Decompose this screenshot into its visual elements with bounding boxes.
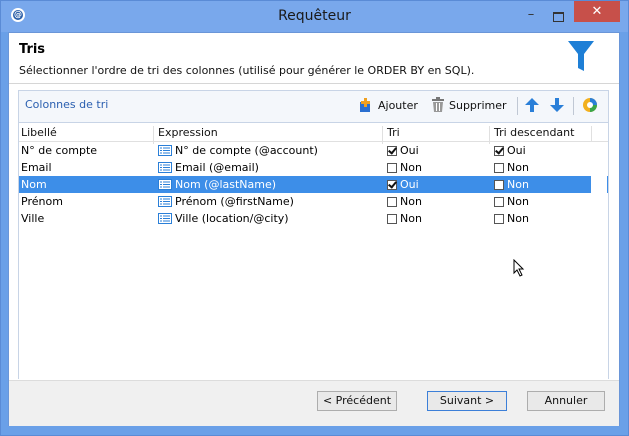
- maximize-icon: [552, 12, 564, 22]
- checkbox-box[interactable]: [494, 162, 504, 173]
- row-label: Prénom: [21, 195, 63, 208]
- checkbox-box[interactable]: [494, 179, 504, 190]
- sort-checkbox[interactable]: Oui: [387, 144, 419, 157]
- expression-text: Ville (location/@city): [175, 212, 289, 225]
- dialog-footer: < Précédent Suivant > Annuler: [9, 380, 619, 426]
- sort-desc-value: Non: [507, 178, 529, 191]
- panel-toolbar: Colonnes de tri Ajouter Supprimer: [19, 91, 608, 119]
- step-subtitle: Sélectionner l'ordre de tri des colonnes…: [19, 64, 475, 77]
- sort-checkbox[interactable]: Non: [387, 195, 422, 208]
- sort-desc-value: Non: [507, 212, 529, 225]
- sort-desc-checkbox[interactable]: Non: [494, 212, 529, 225]
- next-button[interactable]: Suivant >: [427, 391, 507, 411]
- row-label: Email: [21, 161, 52, 174]
- list-icon: [158, 145, 172, 156]
- funnel-icon: [568, 41, 594, 71]
- dialog-window: @ Requêteur – ✕ Tris Sélectionner l'ordr…: [0, 0, 629, 436]
- mouse-cursor-icon: [513, 259, 525, 277]
- row-expression: N° de compte (@account): [158, 144, 318, 157]
- row-label: Ville: [21, 212, 45, 225]
- sort-desc-value: Non: [507, 161, 529, 174]
- distribution-button[interactable]: [582, 95, 598, 115]
- minimize-button[interactable]: –: [519, 8, 543, 24]
- checkbox-box[interactable]: [387, 196, 397, 207]
- previous-button[interactable]: < Précédent: [317, 391, 397, 411]
- sort-value: Oui: [400, 178, 419, 191]
- vertical-scrollbar[interactable]: [591, 142, 607, 378]
- column-header-sort[interactable]: Tri: [387, 126, 400, 139]
- grid-header: Libellé Expression Tri Tri descendant: [19, 123, 608, 144]
- table-row[interactable]: N° de compte N° de compte (@account) Oui…: [19, 142, 608, 159]
- list-icon: [158, 213, 172, 224]
- sort-columns-grid: Libellé Expression Tri Tri descendant N°…: [19, 122, 608, 379]
- expression-text: N° de compte (@account): [175, 144, 318, 157]
- expression-text: Prénom (@firstName): [175, 195, 294, 208]
- sort-checkbox[interactable]: Oui: [387, 178, 419, 191]
- checkbox-box[interactable]: [387, 162, 397, 173]
- close-button[interactable]: ✕: [574, 1, 620, 22]
- checkbox-box[interactable]: [494, 213, 504, 224]
- move-down-button[interactable]: [549, 95, 565, 115]
- sort-checkbox[interactable]: Non: [387, 212, 422, 225]
- sort-value: Oui: [400, 144, 419, 157]
- step-title: Tris: [19, 42, 46, 57]
- sort-desc-checkbox[interactable]: Non: [494, 178, 529, 191]
- toolbar-divider-2: [573, 97, 574, 115]
- table-row[interactable]: Email Email (@email) Non Non: [19, 159, 608, 176]
- checkbox-box[interactable]: [387, 213, 397, 224]
- trash-icon: [432, 97, 444, 112]
- expression-text: Email (@email): [175, 161, 259, 174]
- sort-desc-value: Oui: [507, 144, 526, 157]
- list-icon: [158, 179, 172, 190]
- row-label: N° de compte: [21, 144, 98, 157]
- table-row[interactable]: Nom Nom (@lastName) Oui Non: [19, 176, 608, 193]
- pie-chart-icon: [583, 98, 597, 112]
- sort-desc-checkbox[interactable]: Oui: [494, 144, 526, 157]
- row-label: Nom: [21, 178, 47, 191]
- panel-title: Colonnes de tri: [25, 98, 109, 111]
- row-expression: Nom (@lastName): [158, 178, 276, 191]
- sort-desc-checkbox[interactable]: Non: [494, 161, 529, 174]
- column-header-label[interactable]: Libellé: [21, 126, 57, 139]
- step-header: Tris Sélectionner l'ordre de tri des col…: [9, 33, 619, 83]
- column-header-expression[interactable]: Expression: [158, 126, 218, 139]
- table-row[interactable]: Prénom Prénom (@firstName) Non Non: [19, 193, 608, 210]
- list-icon: [158, 196, 172, 207]
- list-icon: [158, 162, 172, 173]
- move-up-button[interactable]: [524, 95, 540, 115]
- sort-value: Non: [400, 212, 422, 225]
- table-row[interactable]: Ville Ville (location/@city) Non Non: [19, 210, 608, 227]
- maximize-button[interactable]: [546, 10, 570, 24]
- title-bar[interactable]: @ Requêteur – ✕: [1, 1, 628, 32]
- checkbox-box[interactable]: [494, 145, 504, 156]
- toolbar-divider: [517, 97, 518, 115]
- arrow-down-icon: [550, 98, 564, 112]
- column-header-sort-desc[interactable]: Tri descendant: [494, 126, 574, 139]
- row-expression: Ville (location/@city): [158, 212, 289, 225]
- add-button[interactable]: Ajouter: [358, 95, 418, 115]
- cancel-button[interactable]: Annuler: [527, 391, 605, 411]
- sort-desc-checkbox[interactable]: Non: [494, 195, 529, 208]
- sort-value: Non: [400, 195, 422, 208]
- checkbox-box[interactable]: [494, 196, 504, 207]
- add-label: Ajouter: [378, 98, 418, 112]
- add-icon: [360, 98, 370, 112]
- arrow-up-icon: [525, 98, 539, 112]
- sort-desc-value: Non: [507, 195, 529, 208]
- delete-label: Supprimer: [449, 98, 507, 112]
- row-expression: Email (@email): [158, 161, 259, 174]
- sort-checkbox[interactable]: Non: [387, 161, 422, 174]
- delete-button[interactable]: Supprimer: [431, 95, 507, 115]
- expression-text: Nom (@lastName): [175, 178, 277, 191]
- sort-value: Non: [400, 161, 422, 174]
- checkbox-box[interactable]: [387, 179, 397, 190]
- dialog-client: Tris Sélectionner l'ordre de tri des col…: [8, 32, 620, 426]
- sort-columns-panel: Colonnes de tri Ajouter Supprimer Libell…: [18, 90, 609, 379]
- checkbox-box[interactable]: [387, 145, 397, 156]
- header-divider: [9, 83, 619, 84]
- row-expression: Prénom (@firstName): [158, 195, 294, 208]
